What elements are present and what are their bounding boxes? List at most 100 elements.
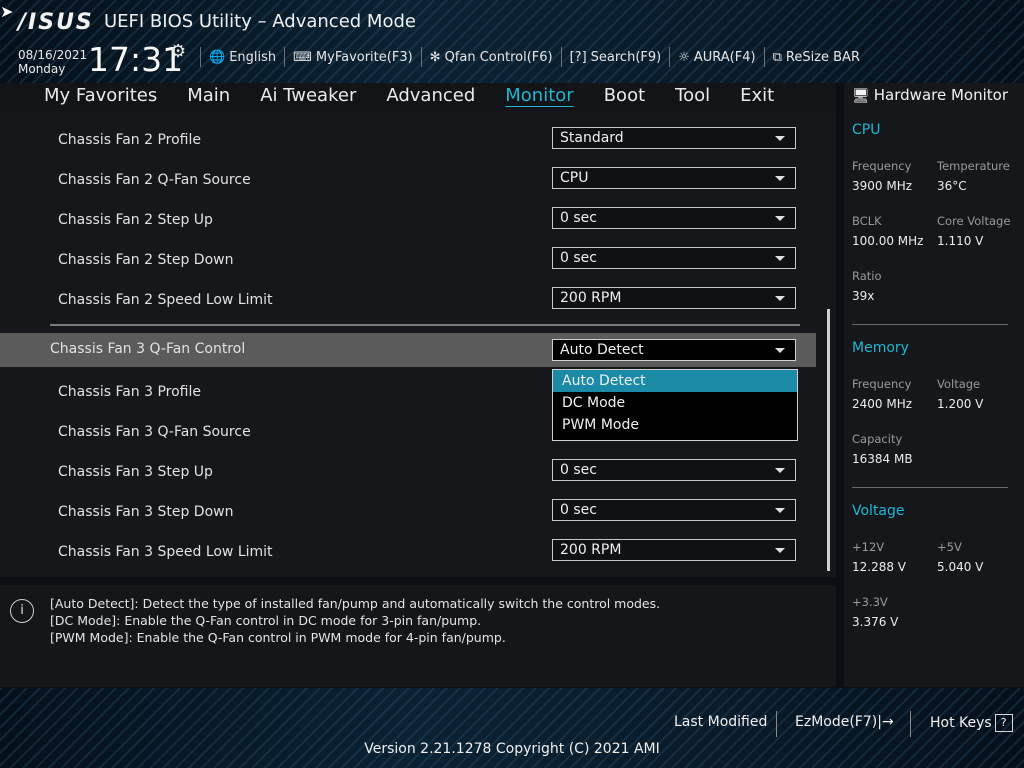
myfavorite-button[interactable]: ⌨ MyFavorite(F3) bbox=[284, 47, 421, 67]
tab-exit[interactable]: Exit bbox=[725, 83, 789, 111]
setting-row[interactable]: Chassis Fan 3 Step Up 0 sec bbox=[0, 453, 816, 493]
option-pwm-mode[interactable]: PWM Mode bbox=[553, 414, 797, 436]
section-divider bbox=[852, 324, 1008, 325]
monitor-icon: 🖥 bbox=[852, 88, 870, 104]
setting-label: Chassis Fan 3 Q-Fan Source bbox=[58, 424, 251, 440]
cpu-temperature-value: 36°C bbox=[937, 179, 967, 193]
tab-boot[interactable]: Boot bbox=[589, 83, 660, 111]
memory-frequency-value: 2400 MHz bbox=[852, 397, 913, 411]
ezmode-button[interactable]: EzMode(F7)|→ bbox=[795, 714, 894, 730]
chevron-down-icon bbox=[775, 176, 785, 181]
myfavorite-label: MyFavorite(F3) bbox=[315, 49, 413, 65]
scrollbar[interactable] bbox=[827, 309, 830, 571]
v5-value: 5.040 V bbox=[937, 560, 984, 574]
resize-bar-label: ReSize BAR bbox=[785, 49, 860, 65]
setting-label: Chassis Fan 2 Step Down bbox=[58, 252, 234, 268]
core-voltage-value: 1.110 V bbox=[937, 234, 984, 248]
setting-dropdown[interactable]: 0 sec bbox=[552, 459, 796, 481]
option-auto-detect[interactable]: Auto Detect bbox=[553, 370, 797, 392]
setting-row[interactable]: Chassis Fan 3 Speed Low Limit 200 RPM bbox=[0, 533, 816, 573]
clock-display: 17:31 bbox=[88, 40, 184, 79]
setting-dropdown[interactable]: 0 sec bbox=[552, 207, 796, 229]
last-modified-button[interactable]: Last Modified bbox=[674, 714, 767, 730]
cpu-frequency-value: 3900 MHz bbox=[852, 179, 913, 193]
setting-dropdown[interactable]: 200 RPM bbox=[552, 287, 796, 309]
setting-value: Auto Detect bbox=[560, 342, 644, 358]
search-label: Search(F9) bbox=[590, 49, 662, 65]
qfan-control-label: Qfan Control(F6) bbox=[444, 49, 553, 65]
setting-label: Chassis Fan 2 Speed Low Limit bbox=[58, 292, 273, 308]
setting-row[interactable]: Chassis Fan 2 Step Up 0 sec bbox=[0, 201, 816, 241]
gear-icon[interactable]: ⚙ bbox=[170, 41, 186, 62]
setting-dropdown[interactable]: CPU bbox=[552, 167, 796, 189]
setting-dropdown[interactable]: Standard bbox=[552, 127, 796, 149]
chevron-down-icon bbox=[775, 548, 785, 553]
setting-row[interactable]: Chassis Fan 3 Step Down 0 sec bbox=[0, 493, 816, 533]
language-button[interactable]: 🌐 English bbox=[200, 47, 284, 67]
aura-button[interactable]: ☼ AURA(F4) bbox=[669, 47, 763, 67]
setting-label: Chassis Fan 3 Q-Fan Control bbox=[50, 341, 246, 357]
version-text: Version 2.21.1278 Copyright (C) 2021 AMI bbox=[364, 741, 660, 757]
qfan-control-button[interactable]: ✻ Qfan Control(F6) bbox=[420, 47, 561, 67]
help-line: [PWM Mode]: Enable the Q-Fan control in … bbox=[50, 630, 506, 645]
memory-frequency-label: Frequency bbox=[852, 377, 912, 391]
tab-advanced[interactable]: Advanced bbox=[371, 83, 490, 111]
section-divider bbox=[50, 324, 800, 326]
chevron-down-icon bbox=[775, 216, 785, 221]
language-label: English bbox=[229, 49, 277, 65]
setting-label: Chassis Fan 3 Profile bbox=[58, 384, 202, 400]
tab-monitor[interactable]: Monitor bbox=[490, 83, 588, 111]
v33-label: +3.3V bbox=[852, 595, 888, 609]
help-line: [DC Mode]: Enable the Q-Fan control in D… bbox=[50, 613, 482, 628]
setting-row[interactable]: Chassis Fan 2 Speed Low Limit 200 RPM bbox=[0, 281, 816, 321]
question-icon: ? bbox=[994, 714, 1013, 732]
setting-value: Standard bbox=[560, 130, 624, 146]
hardware-monitor-label: Hardware Monitor bbox=[873, 86, 1008, 104]
chevron-down-icon bbox=[775, 136, 785, 141]
chevron-down-icon bbox=[775, 348, 785, 353]
main-menu-tabs: My Favorites Main Ai Tweaker Advanced Mo… bbox=[0, 83, 836, 111]
hardware-monitor-title: 🖥 Hardware Monitor bbox=[852, 86, 1008, 104]
qfan-control-options-list: Auto Detect DC Mode PWM Mode bbox=[552, 369, 798, 441]
bclk-label: BCLK bbox=[852, 214, 882, 228]
weekday-text: Monday bbox=[18, 62, 66, 76]
setting-row[interactable]: Chassis Fan 2 Step Down 0 sec bbox=[0, 241, 816, 281]
chevron-down-icon bbox=[775, 256, 785, 261]
tab-main[interactable]: Main bbox=[172, 83, 245, 111]
setting-row[interactable]: Chassis Fan 2 Profile Standard bbox=[0, 121, 816, 161]
setting-row-selected[interactable]: Chassis Fan 3 Q-Fan Control Auto Detect bbox=[0, 333, 816, 367]
v12-label: +12V bbox=[852, 540, 885, 554]
setting-row[interactable]: Chassis Fan 2 Q-Fan Source CPU bbox=[0, 161, 816, 201]
top-toolbar: 🌐 English ⌨ MyFavorite(F3) ✻ Qfan Control(F… bbox=[200, 46, 868, 68]
date-text: 08/16/2021 bbox=[18, 48, 88, 62]
setting-value: CPU bbox=[560, 170, 589, 186]
tab-ai-tweaker[interactable]: Ai Tweaker bbox=[245, 83, 371, 111]
settings-panel: Chassis Fan 2 Profile Standard Chassis F… bbox=[0, 111, 836, 577]
resize-icon: ⧉ bbox=[772, 49, 782, 65]
footer-divider bbox=[776, 711, 777, 737]
hot-keys-button[interactable]: Hot Keys? bbox=[930, 714, 1013, 732]
v12-value: 12.288 V bbox=[852, 560, 907, 574]
aura-label: AURA(F4) bbox=[693, 49, 756, 65]
help-line: [Auto Detect]: Detect the type of instal… bbox=[50, 596, 661, 611]
resize-bar-button[interactable]: ⧉ ReSize BAR bbox=[763, 47, 868, 67]
voltage-heading: Voltage bbox=[852, 503, 905, 519]
option-dc-mode[interactable]: DC Mode bbox=[553, 392, 797, 414]
search-button[interactable]: [?] Search(F9) bbox=[560, 47, 670, 67]
qfan-control-dropdown[interactable]: Auto Detect bbox=[552, 339, 796, 361]
setting-dropdown[interactable]: 200 RPM bbox=[552, 539, 796, 561]
setting-dropdown[interactable]: 0 sec bbox=[552, 499, 796, 521]
setting-label: Chassis Fan 2 Profile bbox=[58, 132, 202, 148]
setting-dropdown[interactable]: 0 sec bbox=[552, 247, 796, 269]
cpu-heading: CPU bbox=[852, 122, 881, 138]
tab-tool[interactable]: Tool bbox=[660, 83, 725, 111]
setting-label: Chassis Fan 2 Step Up bbox=[58, 212, 213, 228]
cpu-frequency-label: Frequency bbox=[852, 159, 912, 173]
v5-label: +5V bbox=[937, 540, 962, 554]
keyboard-icon: ⌨ bbox=[293, 49, 312, 65]
tab-my-favorites[interactable]: My Favorites bbox=[0, 83, 172, 111]
setting-label: Chassis Fan 2 Q-Fan Source bbox=[58, 172, 251, 188]
help-panel: i [Auto Detect]: Detect the type of inst… bbox=[0, 585, 836, 687]
chevron-down-icon bbox=[775, 296, 785, 301]
fan-icon: ✻ bbox=[429, 49, 441, 65]
